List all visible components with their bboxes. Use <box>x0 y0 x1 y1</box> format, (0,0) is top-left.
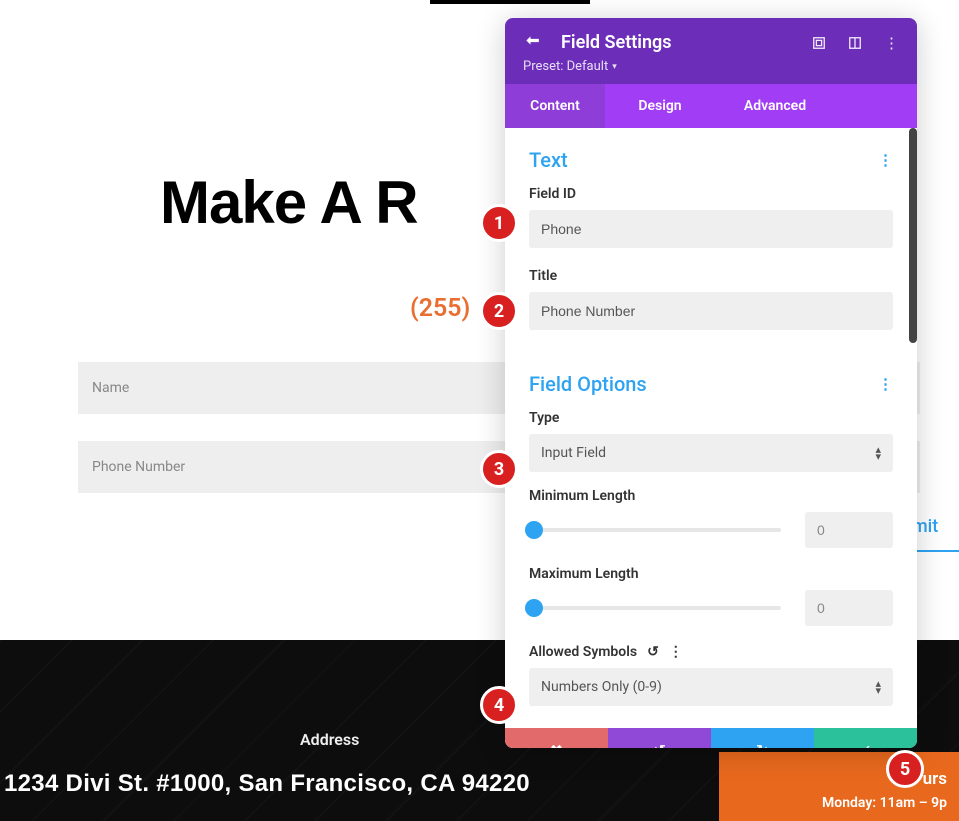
panel-tabs: Content Design Advanced <box>505 84 917 128</box>
section-options-title: Field Options <box>529 372 647 396</box>
section-text: Text ⋮ Field ID Title <box>505 128 917 352</box>
select-arrows-icon: ▴▾ <box>875 446 881 460</box>
allowed-symbols-label-row: Allowed Symbols ↺ ⋮ <box>529 644 893 660</box>
chevron-down-icon: ▾ <box>612 62 617 72</box>
panel-body: Text ⋮ Field ID Title Field Options ⋮ Ty… <box>505 128 917 748</box>
max-length-label: Maximum Length <box>529 566 893 582</box>
section-text-title: Text <box>529 148 568 172</box>
max-length-input[interactable] <box>805 590 893 626</box>
cancel-button[interactable]: ✖ <box>505 728 608 748</box>
back-icon[interactable] <box>523 33 543 53</box>
save-button[interactable]: ✓ <box>814 728 917 748</box>
type-value: Input Field <box>541 445 606 461</box>
allowed-symbols-label: Allowed Symbols <box>529 644 637 660</box>
allowed-symbols-value: Numbers Only (0-9) <box>541 679 662 695</box>
hours-line: Monday: 11am – 9p <box>731 795 947 811</box>
slider-thumb[interactable] <box>525 599 543 617</box>
name-placeholder: Name <box>92 380 129 396</box>
allowed-symbols-select[interactable]: Numbers Only (0-9) ▴▾ <box>529 668 893 706</box>
action-bar: ✖ ↺ ↻ ✓ <box>505 728 917 748</box>
check-icon: ✓ <box>859 741 872 749</box>
top-bar <box>430 0 590 4</box>
type-select[interactable]: Input Field ▴▾ <box>529 434 893 472</box>
phone-placeholder: Phone Number <box>92 459 185 475</box>
annotation-4: 4 <box>480 686 518 724</box>
annotation-5: 5 <box>886 750 924 788</box>
panel-title: Field Settings <box>561 32 812 53</box>
max-length-slider[interactable] <box>529 598 781 618</box>
tab-advanced[interactable]: Advanced <box>715 84 835 128</box>
section-field-options: Field Options ⋮ Type Input Field ▴▾ Mini… <box>505 352 917 728</box>
allowed-more-icon[interactable]: ⋮ <box>669 644 683 660</box>
field-id-label: Field ID <box>529 186 893 202</box>
page-heading: Make A R <box>160 168 418 237</box>
settings-panel: Field Settings ⋮ Preset: Default ▾ Conte… <box>505 18 917 748</box>
preset-selector[interactable]: Preset: Default ▾ <box>523 59 617 74</box>
section-options-more-icon[interactable]: ⋮ <box>878 375 893 393</box>
panel-header: Field Settings ⋮ Preset: Default ▾ <box>505 18 917 84</box>
scrollbar[interactable] <box>909 128 917 343</box>
preset-label: Preset: Default <box>523 59 608 74</box>
section-text-more-icon[interactable]: ⋮ <box>878 151 893 169</box>
reset-icon[interactable]: ↺ <box>647 644 659 660</box>
field-id-input[interactable] <box>529 210 893 248</box>
expand-icon[interactable] <box>812 36 826 50</box>
address-text: 1234 Divi St. #1000, San Francisco, CA 9… <box>0 770 730 798</box>
select-arrows-icon: ▴▾ <box>875 680 881 694</box>
more-icon[interactable]: ⋮ <box>884 34 899 52</box>
phone-number-text: (255) <box>410 294 470 323</box>
annotation-2: 2 <box>480 292 518 330</box>
tab-design[interactable]: Design <box>605 84 715 128</box>
redo-button[interactable]: ↻ <box>711 728 814 748</box>
redo-icon: ↻ <box>756 741 769 749</box>
undo-button[interactable]: ↺ <box>608 728 711 748</box>
title-input[interactable] <box>529 292 893 330</box>
min-length-input[interactable] <box>805 512 893 548</box>
undo-icon: ↺ <box>653 741 666 749</box>
address-label: Address <box>300 730 359 749</box>
tab-content[interactable]: Content <box>505 84 605 128</box>
min-length-label: Minimum Length <box>529 488 893 504</box>
slider-track <box>529 528 781 532</box>
slider-track <box>529 606 781 610</box>
close-icon: ✖ <box>550 741 563 749</box>
slider-thumb[interactable] <box>525 521 543 539</box>
type-label: Type <box>529 410 893 426</box>
title-label: Title <box>529 268 893 284</box>
annotation-1: 1 <box>480 204 518 242</box>
layout-icon[interactable] <box>848 36 862 50</box>
annotation-3: 3 <box>480 450 518 488</box>
submit-underline <box>912 550 959 552</box>
min-length-slider[interactable] <box>529 520 781 540</box>
